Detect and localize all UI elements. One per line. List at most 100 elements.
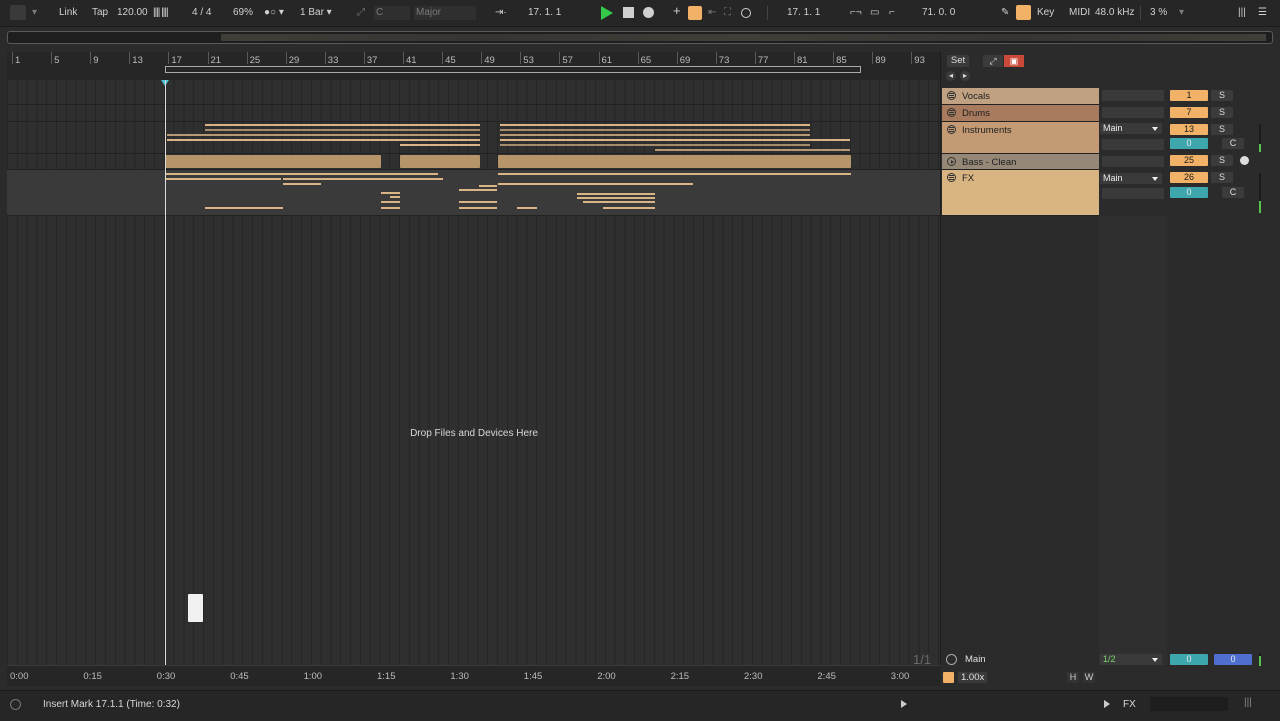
track-activator[interactable]: 25 <box>1170 155 1208 166</box>
cue-button[interactable]: C <box>1222 138 1244 149</box>
follow-icon[interactable]: ⇥· <box>495 6 507 20</box>
chevron-down-icon[interactable]: ▾ <box>32 6 37 20</box>
add-icon[interactable]: + <box>673 4 681 18</box>
group-fold-icon[interactable] <box>947 108 956 117</box>
stop-icon[interactable] <box>623 7 634 18</box>
input-field[interactable] <box>1102 139 1164 150</box>
loop-circle-icon[interactable] <box>741 8 751 18</box>
expand-icon[interactable]: ⤢ <box>983 55 1003 67</box>
punch-out-icon[interactable]: ⌐ <box>889 6 895 20</box>
arrangement-overview[interactable] <box>7 31 1273 44</box>
cue-button[interactable]: C <box>1222 187 1244 198</box>
input-field[interactable] <box>1102 188 1164 199</box>
track-name[interactable]: Bass - Clean <box>962 157 1016 168</box>
record-icon[interactable] <box>643 7 654 18</box>
track-activator[interactable]: 1 <box>1170 90 1208 101</box>
clip[interactable] <box>498 155 851 168</box>
view-toggle-icon[interactable] <box>10 5 26 20</box>
key-root-select[interactable]: C <box>374 6 410 20</box>
group-fold-icon[interactable] <box>947 91 956 100</box>
solo-button[interactable]: S <box>1211 172 1233 183</box>
chevron-down-icon[interactable]: ▾ <box>1179 6 1184 20</box>
automation-arm-icon[interactable] <box>688 6 702 20</box>
quantize-menu[interactable]: 1 Bar ▾ <box>300 6 332 20</box>
routing-field[interactable] <box>1102 90 1164 101</box>
tempo-follow-icon[interactable] <box>943 672 954 683</box>
send-value[interactable]: 0 <box>1170 138 1208 149</box>
clip[interactable] <box>165 155 381 168</box>
track-name[interactable]: Instruments <box>962 125 1012 136</box>
play-icon[interactable] <box>601 6 613 20</box>
time-signature-field[interactable]: 4 / 4 <box>192 6 211 20</box>
time-ruler[interactable]: 0:00 0:15 0:30 0:45 1:00 1:15 1:30 1:45 2:00 2:15… <box>7 665 940 686</box>
solo-button[interactable]: S <box>1211 107 1233 118</box>
solo-button[interactable]: S <box>1211 155 1233 166</box>
back-to-arrangement-icon[interactable]: ⇤ <box>708 6 716 20</box>
detail-arrow-icon[interactable] <box>1104 700 1110 708</box>
expand-arrow-icon[interactable] <box>901 700 907 708</box>
info-icon[interactable] <box>10 699 21 710</box>
track-activator[interactable]: 26 <box>1170 172 1208 183</box>
master-play-icon[interactable] <box>946 654 957 665</box>
zoom-field[interactable]: 69% <box>233 6 253 20</box>
master-cue-value[interactable]: 0 <box>1170 654 1208 665</box>
next-locator-icon[interactable]: ▸ <box>960 71 970 81</box>
routing-field[interactable] <box>1102 156 1164 167</box>
track-header-vocals[interactable]: Vocals <box>942 88 1099 105</box>
solo-button[interactable]: S <box>1211 90 1233 101</box>
prev-locator-icon[interactable]: ◂ <box>946 71 956 81</box>
metronome-bars-icon[interactable]: |||| |||| <box>153 6 169 20</box>
set-button[interactable]: Set <box>947 55 969 67</box>
track-activator[interactable]: 13 <box>1170 124 1208 135</box>
group-fold-icon[interactable] <box>947 125 956 134</box>
key-map-icon[interactable] <box>1016 5 1031 20</box>
track-name[interactable]: Drums <box>962 108 990 119</box>
loop-length-field[interactable]: 71. 0. 0 <box>922 6 955 20</box>
metronome-icon[interactable]: ●○ ▾ <box>264 6 284 20</box>
track-lane-bass-clean[interactable] <box>7 154 940 170</box>
track-activator[interactable]: 7 <box>1170 107 1208 118</box>
track-lane-vocals[interactable] <box>7 88 940 105</box>
key-scale-select[interactable]: Major <box>414 6 476 20</box>
track-header-drums[interactable]: Drums <box>942 105 1099 122</box>
track-header-bass-clean[interactable]: Bass - Clean <box>942 154 1099 170</box>
arm-icon[interactable] <box>1240 156 1249 165</box>
key-map-label[interactable]: Key <box>1037 6 1054 20</box>
track-lane-drums[interactable] <box>7 105 940 122</box>
tempo-factor-field[interactable]: 1.00x <box>958 672 988 683</box>
clip[interactable] <box>400 155 480 168</box>
send-value[interactable]: 0 <box>1170 187 1208 198</box>
tap-button[interactable]: Tap <box>92 6 108 20</box>
track-header-fx[interactable]: FX <box>942 170 1099 216</box>
track-lane-instruments[interactable] <box>7 122 940 154</box>
master-track-name[interactable]: Main <box>965 654 986 665</box>
track-header-instruments[interactable]: Instruments <box>942 122 1099 154</box>
loop-start-field[interactable]: 17. 1. 1 <box>787 6 820 20</box>
output-routing-select[interactable]: Main <box>1100 123 1162 134</box>
master-output-select[interactable]: 1/2 <box>1100 654 1162 665</box>
beat-time-ruler[interactable]: 1 5 9 13 17 21 25 29 33 37 41 45 49 53 57 61 65 69 73 77 81 8… <box>7 52 940 80</box>
routing-field[interactable] <box>1102 107 1164 118</box>
device-thumbnail[interactable] <box>1150 697 1228 711</box>
lock-icon[interactable]: ▣ <box>1004 55 1024 67</box>
track-lane-fx[interactable] <box>7 170 940 216</box>
output-routing-select[interactable]: Main <box>1100 173 1162 184</box>
arrangement-view[interactable] <box>7 80 940 665</box>
master-volume-value[interactable]: 0 <box>1214 654 1252 665</box>
draw-mode-icon[interactable]: ✎ <box>1001 6 1009 20</box>
scale-icon[interactable]: ⤢ <box>357 6 365 20</box>
menu-icon[interactable]: ☰ <box>1258 6 1267 20</box>
track-name[interactable]: FX <box>962 173 974 184</box>
loop-brace[interactable] <box>165 66 861 73</box>
w-toggle-button[interactable]: W <box>1083 672 1095 683</box>
arrangement-position-field[interactable]: 17. 1. 1 <box>528 6 561 20</box>
solo-button[interactable]: S <box>1211 124 1233 135</box>
midi-map-label[interactable]: MIDI <box>1069 6 1090 20</box>
tempo-field[interactable]: 120.00 <box>117 6 148 20</box>
capture-icon[interactable]: ⛶ <box>724 6 731 20</box>
track-name[interactable]: Vocals <box>962 91 990 102</box>
group-fold-icon[interactable] <box>947 173 956 182</box>
link-button[interactable]: Link <box>59 6 77 20</box>
h-toggle-button[interactable]: H <box>1067 672 1079 683</box>
punch-in-icon[interactable]: ⌐¬ <box>850 6 862 20</box>
